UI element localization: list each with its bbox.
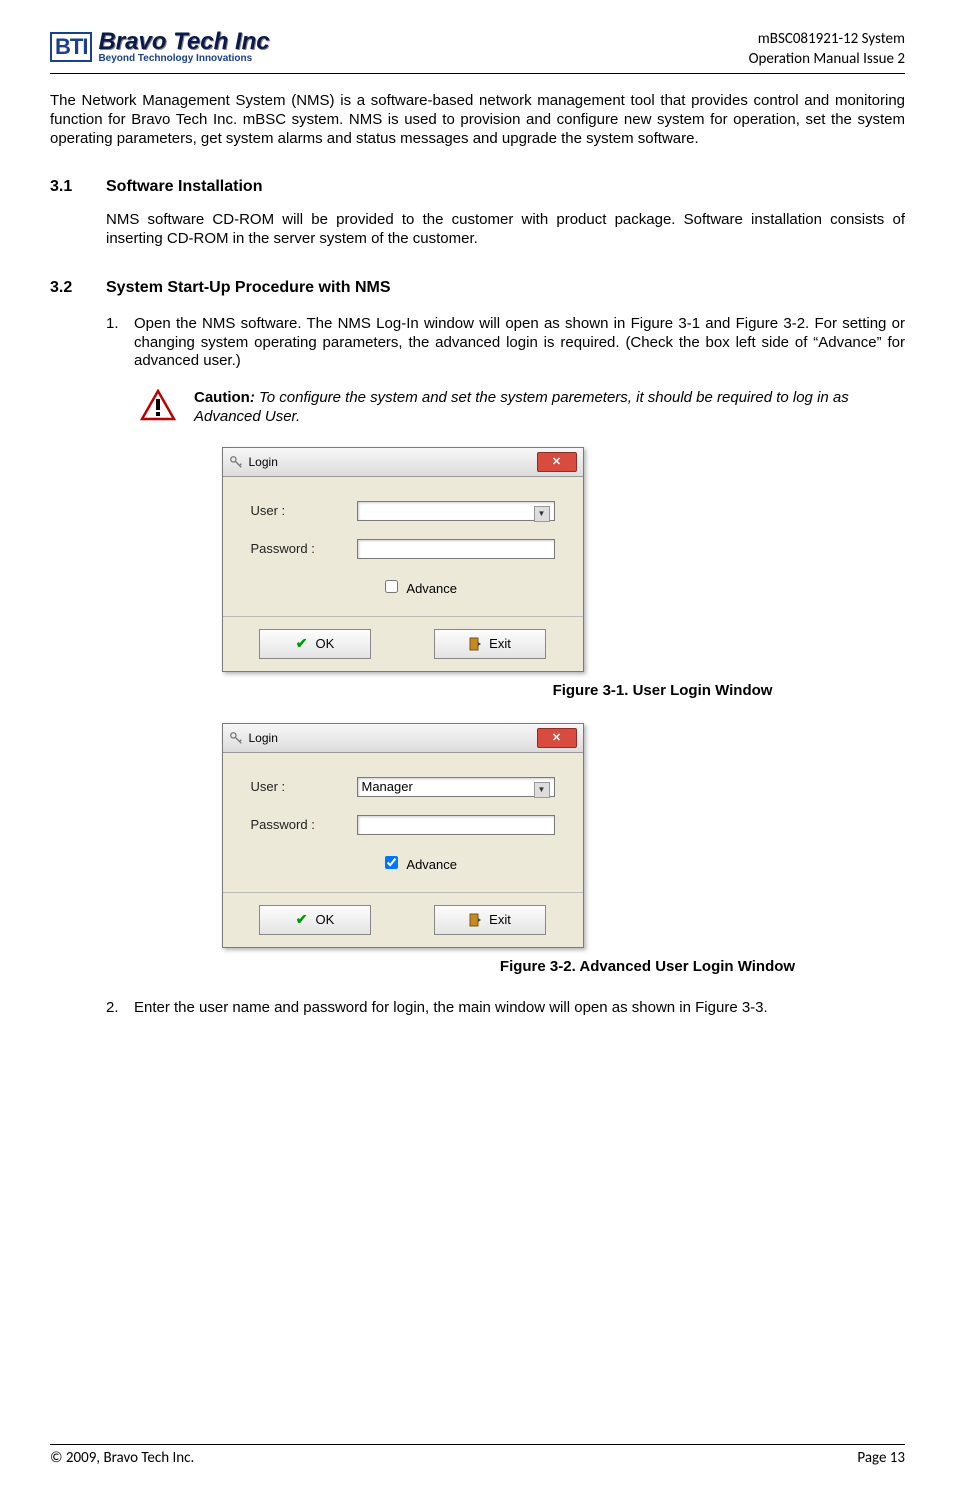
dialog-body: User : Manager Password : Advance: [223, 753, 583, 892]
close-icon: ✕: [552, 455, 561, 468]
user-combo[interactable]: Manager: [357, 777, 555, 797]
ok-button[interactable]: ✔ OK: [259, 629, 371, 659]
login-dialog-advanced: Login ✕ User : Manager Password : Advanc…: [222, 723, 584, 948]
close-button[interactable]: ✕: [537, 452, 577, 472]
dialog-title: Login: [249, 455, 278, 469]
exit-label: Exit: [489, 636, 511, 651]
list-number: 1.: [106, 315, 124, 371]
list-text: Open the NMS software. The NMS Log-In wi…: [134, 315, 905, 371]
password-input[interactable]: [357, 815, 555, 835]
exit-button[interactable]: Exit: [434, 905, 546, 935]
advance-row: Advance: [381, 577, 555, 596]
list-item: 1. Open the NMS software. The NMS Log-In…: [106, 315, 905, 371]
user-label: User :: [251, 503, 341, 518]
check-icon: ✔: [296, 635, 308, 652]
login-dialog: Login ✕ User : Password : Advance: [222, 447, 584, 672]
key-icon: [229, 731, 243, 745]
page-number: Page 13: [857, 1449, 905, 1467]
password-row: Password :: [251, 815, 555, 835]
logo-main: Bravo Tech Inc: [98, 30, 269, 54]
list-text: Enter the user name and password for log…: [134, 999, 768, 1018]
advance-label: Advance: [406, 581, 457, 596]
ok-button[interactable]: ✔ OK: [259, 905, 371, 935]
figure-3-1-caption: Figure 3-1. User Login Window: [420, 682, 905, 699]
close-button[interactable]: ✕: [537, 728, 577, 748]
password-label: Password :: [251, 541, 341, 556]
caution-block: Caution: To configure the system and set…: [140, 389, 905, 427]
ordered-list: 1. Open the NMS software. The NMS Log-In…: [106, 315, 905, 371]
password-label: Password :: [251, 817, 341, 832]
user-row: User :: [251, 501, 555, 521]
figure-3-2-caption: Figure 3-2. Advanced User Login Window: [390, 958, 905, 975]
logo: BTI Bravo Tech Inc Beyond Technology Inn…: [50, 30, 270, 64]
section-3-1-heading: 3.1 Software Installation: [50, 178, 905, 196]
password-input[interactable]: [357, 539, 555, 559]
button-row: ✔ OK Exit: [223, 616, 583, 671]
section-number: 3.1: [50, 178, 82, 196]
header-meta: mBSC081921-12 System Operation Manual Is…: [749, 30, 905, 69]
user-row: User : Manager: [251, 777, 555, 797]
user-label: User :: [251, 779, 341, 794]
list-number: 2.: [106, 999, 124, 1018]
section-number: 3.2: [50, 279, 82, 297]
exit-icon: [469, 637, 481, 651]
advance-checkbox[interactable]: [385, 856, 398, 869]
figure-3-1: Login ✕ User : Password : Advance: [50, 447, 905, 672]
user-combo[interactable]: [357, 501, 555, 521]
section-3-2-heading: 3.2 System Start-Up Procedure with NMS: [50, 279, 905, 297]
dialog-titlebar: Login ✕: [223, 724, 583, 753]
section-3-1-body: NMS software CD-ROM will be provided to …: [106, 211, 905, 249]
advance-row: Advance: [381, 853, 555, 872]
section-title: System Start-Up Procedure with NMS: [106, 279, 391, 297]
dialog-body: User : Password : Advance: [223, 477, 583, 616]
section-title: Software Installation: [106, 178, 262, 196]
exit-label: Exit: [489, 912, 511, 927]
dialog-title-left: Login: [229, 731, 278, 745]
doc-id: mBSC081921-12 System: [749, 30, 905, 50]
caution-body: To configure the system and set the syst…: [194, 389, 849, 425]
ok-label: OK: [315, 912, 334, 927]
dialog-titlebar: Login ✕: [223, 448, 583, 477]
password-row: Password :: [251, 539, 555, 559]
button-row: ✔ OK Exit: [223, 892, 583, 947]
logo-tagline: Beyond Technology Innovations: [98, 54, 269, 64]
list-item: 2. Enter the user name and password for …: [106, 999, 905, 1018]
page-footer: © 2009, Bravo Tech Inc. Page 13: [50, 1444, 905, 1467]
close-icon: ✕: [552, 731, 561, 744]
logo-text: Bravo Tech Inc Beyond Technology Innovat…: [98, 30, 269, 64]
ok-label: OK: [315, 636, 334, 651]
advance-label: Advance: [406, 857, 457, 872]
copyright: © 2009, Bravo Tech Inc.: [50, 1449, 194, 1467]
ordered-list-cont: 2. Enter the user name and password for …: [106, 999, 905, 1018]
exit-button[interactable]: Exit: [434, 629, 546, 659]
page-header: BTI Bravo Tech Inc Beyond Technology Inn…: [50, 30, 905, 74]
advance-checkbox[interactable]: [385, 580, 398, 593]
figure-3-2: Login ✕ User : Manager Password : Advanc…: [50, 723, 905, 948]
doc-issue: Operation Manual Issue 2: [749, 50, 905, 70]
dialog-title: Login: [249, 731, 278, 745]
caution-label: Caution: [194, 389, 250, 406]
caution-text: Caution: To configure the system and set…: [194, 389, 905, 427]
logo-mark: BTI: [50, 32, 92, 62]
page: BTI Bravo Tech Inc Beyond Technology Inn…: [0, 0, 955, 1491]
warning-icon: [140, 389, 176, 427]
intro-paragraph: The Network Management System (NMS) is a…: [50, 92, 905, 148]
exit-icon: [469, 913, 481, 927]
key-icon: [229, 455, 243, 469]
check-icon: ✔: [296, 911, 308, 928]
dialog-title-left: Login: [229, 455, 278, 469]
